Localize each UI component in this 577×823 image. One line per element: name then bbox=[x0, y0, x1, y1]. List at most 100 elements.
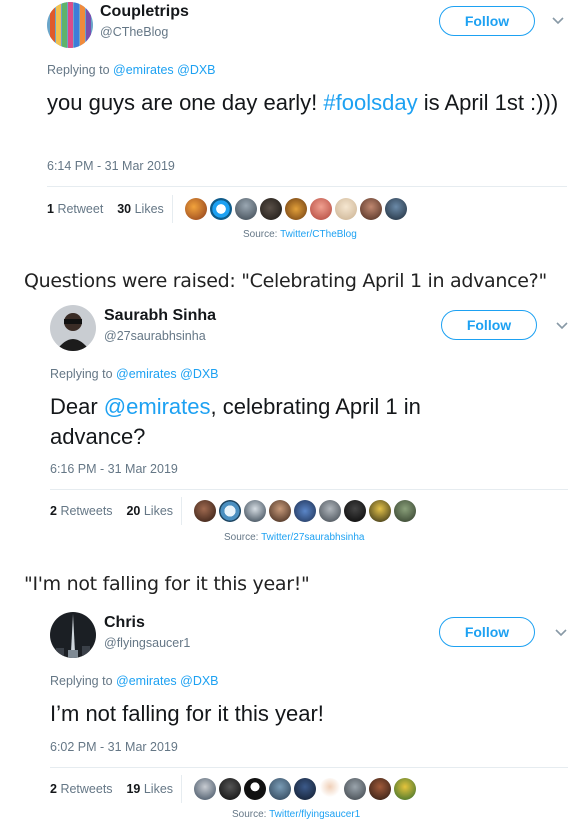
liker-avatar-icon[interactable] bbox=[319, 778, 341, 800]
caption: "I'm not falling for it this year!" bbox=[24, 573, 310, 595]
like-label[interactable]: Likes bbox=[144, 782, 173, 796]
avatar[interactable] bbox=[47, 2, 93, 48]
liker-avatar-icon[interactable] bbox=[194, 778, 216, 800]
liker-avatar-icon[interactable] bbox=[394, 500, 416, 522]
liker-avatar-icon[interactable] bbox=[235, 198, 257, 220]
source-credit: Source: Twitter/27saurabhsinha bbox=[224, 532, 364, 543]
user-handle[interactable]: @27saurabhsinha bbox=[104, 329, 206, 343]
liker-avatar-icon[interactable] bbox=[219, 778, 241, 800]
tweet-card: Chris @flyingsaucer1 Follow Replying to … bbox=[50, 610, 570, 820]
liker-avatars bbox=[194, 500, 416, 522]
retweet-count[interactable]: 2 bbox=[50, 782, 57, 796]
like-count[interactable]: 20 bbox=[126, 504, 140, 518]
tweet-stats: 2 Retweets 20 Likes bbox=[50, 504, 173, 518]
like-count[interactable]: 19 bbox=[126, 782, 140, 796]
liker-avatar-icon[interactable] bbox=[360, 198, 382, 220]
liker-avatar-icon[interactable] bbox=[210, 198, 232, 220]
tweet-text-part: you guys are one day early! bbox=[47, 90, 324, 115]
caret-down-icon[interactable] bbox=[556, 317, 568, 333]
stats-separator bbox=[181, 775, 182, 803]
follow-button[interactable]: Follow bbox=[439, 617, 535, 647]
stats-separator bbox=[181, 497, 182, 525]
caret-down-icon[interactable] bbox=[552, 12, 564, 28]
avatar-image bbox=[50, 612, 96, 658]
retweet-label[interactable]: Retweet bbox=[57, 202, 103, 216]
follow-button[interactable]: Follow bbox=[441, 310, 537, 340]
liker-avatar-icon[interactable] bbox=[285, 198, 307, 220]
liker-avatar-icon[interactable] bbox=[319, 500, 341, 522]
follow-button[interactable]: Follow bbox=[439, 6, 535, 36]
tweet-card: Coupletrips @CTheBlog Follow Replying to… bbox=[47, 0, 567, 240]
tweet-timestamp[interactable]: 6:16 PM - 31 Mar 2019 bbox=[50, 462, 178, 476]
replying-to-link[interactable]: @emirates @DXB bbox=[113, 63, 215, 77]
user-handle[interactable]: @flyingsaucer1 bbox=[104, 636, 190, 650]
avatar-image bbox=[50, 305, 96, 351]
liker-avatar-icon[interactable] bbox=[385, 198, 407, 220]
source-link[interactable]: Twitter/CTheBlog bbox=[280, 229, 357, 240]
like-count[interactable]: 30 bbox=[117, 202, 131, 216]
caret-down-icon[interactable] bbox=[555, 624, 567, 640]
replying-to: Replying to @emirates @DXB bbox=[50, 367, 219, 381]
like-label[interactable]: Likes bbox=[135, 202, 164, 216]
liker-avatar-icon[interactable] bbox=[369, 500, 391, 522]
caption: Questions were raised: "Celebrating Apri… bbox=[24, 270, 547, 292]
display-name[interactable]: Chris bbox=[104, 614, 145, 632]
tweet-text-part: Dear bbox=[50, 394, 104, 419]
source-link[interactable]: Twitter/flyingsaucer1 bbox=[269, 809, 360, 820]
avatar-image bbox=[47, 2, 93, 48]
liker-avatar-icon[interactable] bbox=[194, 500, 216, 522]
liker-avatar-icon[interactable] bbox=[260, 198, 282, 220]
tweet-timestamp[interactable]: 6:02 PM - 31 Mar 2019 bbox=[50, 740, 178, 754]
liker-avatar-icon[interactable] bbox=[269, 778, 291, 800]
liker-avatar-icon[interactable] bbox=[294, 500, 316, 522]
source-label: Source: bbox=[243, 229, 278, 240]
divider bbox=[47, 186, 567, 187]
retweet-label[interactable]: Retweets bbox=[60, 782, 112, 796]
source-label: Source: bbox=[224, 532, 259, 543]
replying-to: Replying to @emirates @DXB bbox=[47, 63, 216, 77]
retweet-label[interactable]: Retweets bbox=[60, 504, 112, 518]
liker-avatar-icon[interactable] bbox=[244, 500, 266, 522]
liker-avatar-icon[interactable] bbox=[185, 198, 207, 220]
liker-avatar-icon[interactable] bbox=[344, 500, 366, 522]
liker-avatar-icon[interactable] bbox=[344, 778, 366, 800]
display-name[interactable]: Saurabh Sinha bbox=[104, 307, 216, 325]
tweet-stats: 1 Retweet 30 Likes bbox=[47, 202, 164, 216]
liker-avatars bbox=[194, 778, 416, 800]
liker-avatars bbox=[185, 198, 407, 220]
source-link[interactable]: Twitter/27saurabhsinha bbox=[261, 532, 364, 543]
liker-avatar-icon[interactable] bbox=[394, 778, 416, 800]
liker-avatar-icon[interactable] bbox=[219, 500, 241, 522]
hashtag-link[interactable]: #foolsday bbox=[323, 90, 417, 115]
liker-avatar-icon[interactable] bbox=[369, 778, 391, 800]
replying-prefix: Replying to bbox=[47, 63, 110, 77]
avatar[interactable] bbox=[50, 612, 96, 658]
user-handle[interactable]: @CTheBlog bbox=[100, 25, 168, 39]
replying-prefix: Replying to bbox=[50, 367, 113, 381]
liker-avatar-icon[interactable] bbox=[310, 198, 332, 220]
tweet-card: Saurabh Sinha @27saurabhsinha Follow Rep… bbox=[50, 303, 570, 543]
divider bbox=[50, 767, 568, 768]
source-credit: Source: Twitter/flyingsaucer1 bbox=[232, 809, 360, 820]
source-label: Source: bbox=[232, 809, 267, 820]
retweet-count[interactable]: 1 bbox=[47, 202, 54, 216]
tweet-text: you guys are one day early! #foolsday is… bbox=[47, 88, 567, 118]
replying-to-link[interactable]: @emirates @DXB bbox=[116, 674, 218, 688]
replying-prefix: Replying to bbox=[50, 674, 113, 688]
retweet-count[interactable]: 2 bbox=[50, 504, 57, 518]
display-name[interactable]: Coupletrips bbox=[100, 3, 189, 21]
replying-to: Replying to @emirates @DXB bbox=[50, 674, 219, 688]
liker-avatar-icon[interactable] bbox=[335, 198, 357, 220]
like-label[interactable]: Likes bbox=[144, 504, 173, 518]
replying-to-link[interactable]: @emirates @DXB bbox=[116, 367, 218, 381]
liker-avatar-icon[interactable] bbox=[294, 778, 316, 800]
mention-link[interactable]: @emirates bbox=[104, 394, 211, 419]
avatar[interactable] bbox=[50, 305, 96, 351]
tweet-timestamp[interactable]: 6:14 PM - 31 Mar 2019 bbox=[47, 159, 175, 173]
liker-avatar-icon[interactable] bbox=[244, 778, 266, 800]
stats-separator bbox=[172, 195, 173, 223]
liker-avatar-icon[interactable] bbox=[269, 500, 291, 522]
tweet-text: Dear @emirates, celebrating April 1 in a… bbox=[50, 392, 520, 452]
source-credit: Source: Twitter/CTheBlog bbox=[243, 229, 357, 240]
tweet-text-part: is April 1st :))) bbox=[417, 90, 559, 115]
